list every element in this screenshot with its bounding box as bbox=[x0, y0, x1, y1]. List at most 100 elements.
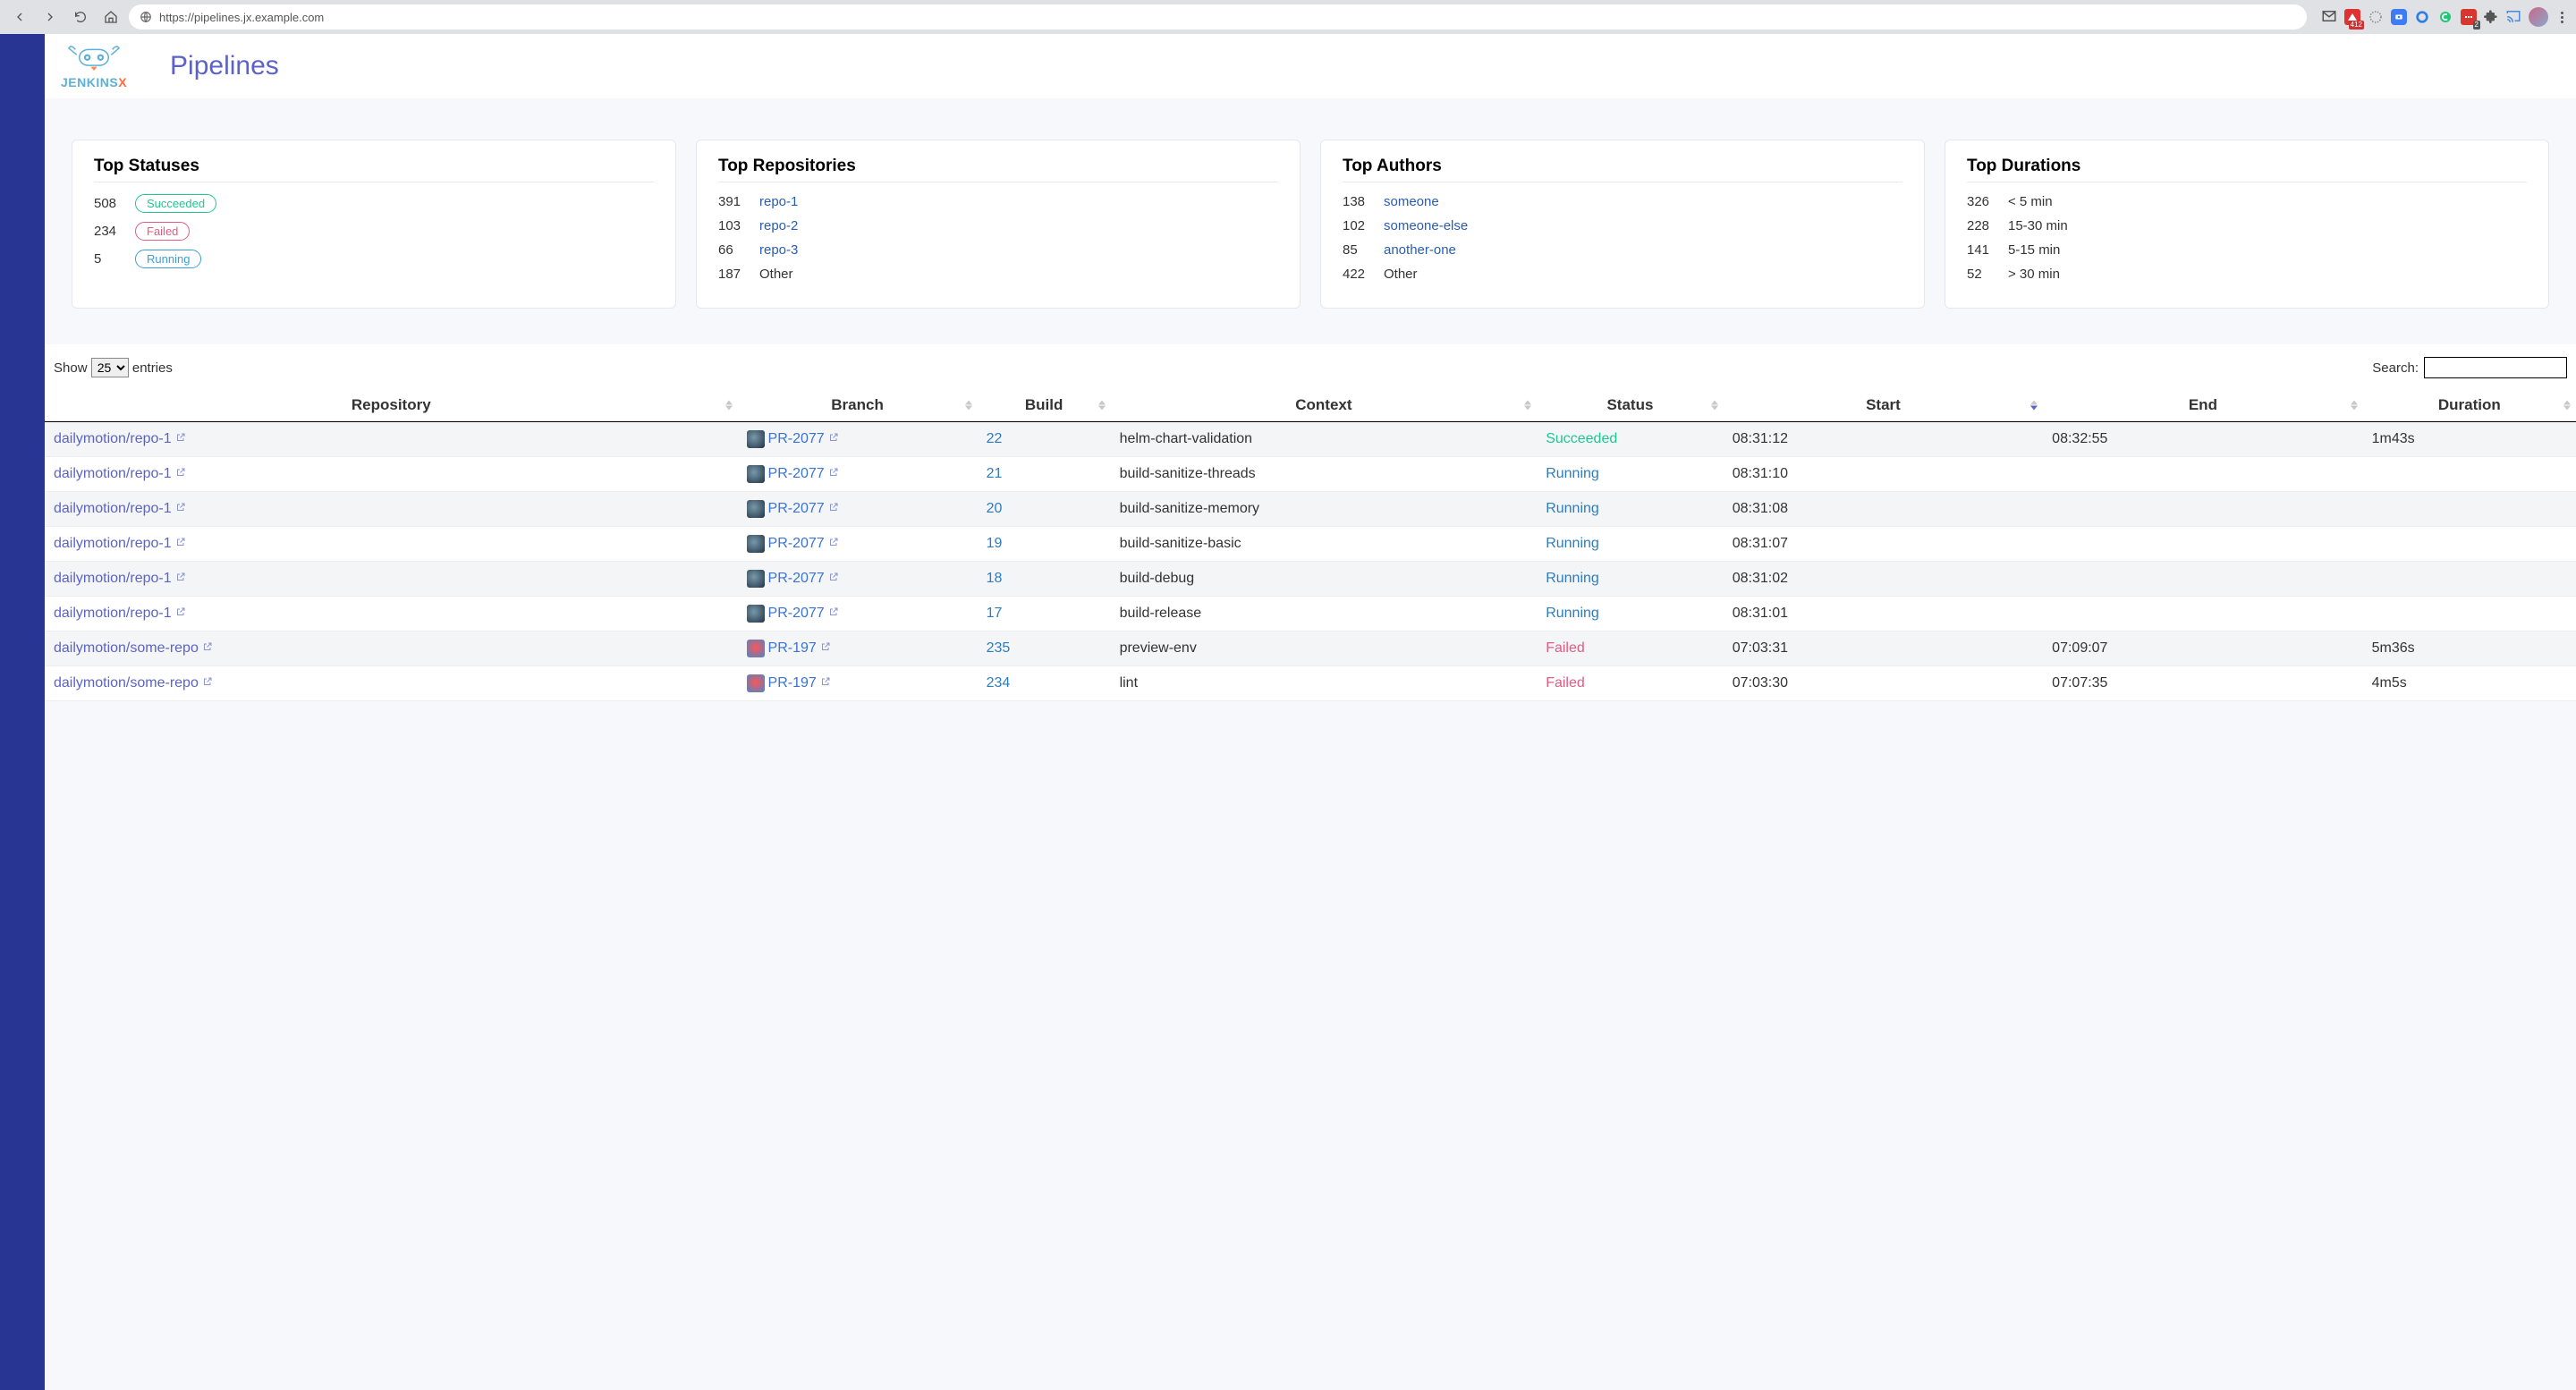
duration-text: 4m5s bbox=[2372, 675, 2407, 691]
build-link[interactable]: 234 bbox=[987, 675, 1011, 691]
show-label: Show bbox=[54, 360, 88, 376]
branch-link[interactable]: PR-2077 bbox=[768, 571, 825, 587]
status-pill[interactable]: Running bbox=[135, 250, 201, 268]
branch-link[interactable]: PR-2077 bbox=[768, 466, 825, 482]
build-link[interactable]: 19 bbox=[987, 536, 1003, 551]
home-button[interactable] bbox=[98, 4, 123, 30]
url-bar[interactable]: https://pipelines.jx.example.com bbox=[129, 4, 2307, 30]
back-button[interactable] bbox=[7, 4, 32, 30]
card-row: 508 Succeeded bbox=[94, 190, 654, 217]
context-text: preview-env bbox=[1120, 640, 1197, 656]
card-row: 391 repo-1 bbox=[718, 190, 1278, 214]
author-link[interactable]: another-one bbox=[1384, 242, 1456, 258]
branch-link[interactable]: PR-197 bbox=[768, 675, 817, 691]
author-link[interactable]: someone-else bbox=[1384, 218, 1468, 233]
column-header-context[interactable]: Context bbox=[1111, 389, 1538, 422]
card-authors-list: 138someone102someone-else85another-one42… bbox=[1343, 190, 1902, 286]
repo-link[interactable]: dailymotion/repo-1 bbox=[54, 501, 172, 516]
author-avatar bbox=[747, 535, 765, 553]
branch-link[interactable]: PR-2077 bbox=[768, 606, 825, 622]
card-row: 102someone-else bbox=[1343, 214, 1902, 238]
extension-icon[interactable] bbox=[2414, 9, 2430, 25]
jenkinsx-logo[interactable]: JENKINSX bbox=[61, 43, 127, 89]
entries-label: entries bbox=[132, 360, 173, 376]
branch-link[interactable]: PR-197 bbox=[768, 640, 817, 657]
table-row: dailymotion/repo-1PR-207719build-sanitiz… bbox=[45, 527, 2576, 562]
context-text: build-sanitize-threads bbox=[1120, 466, 1256, 481]
repo-link[interactable]: dailymotion/some-repo bbox=[54, 675, 199, 691]
column-header-build[interactable]: Build bbox=[978, 389, 1111, 422]
pipelines-table: Repository Branch Build Context Status S… bbox=[45, 389, 2576, 701]
count: 138 bbox=[1343, 194, 1371, 209]
branch-link[interactable]: PR-2077 bbox=[768, 501, 825, 517]
repo-link[interactable]: dailymotion/repo-1 bbox=[54, 606, 172, 621]
repo-link[interactable]: repo-1 bbox=[759, 194, 798, 209]
author-link[interactable]: someone bbox=[1384, 194, 1439, 209]
card-row: 22815-30 min bbox=[1967, 214, 2527, 238]
table-row: dailymotion/repo-1PR-207718build-debugRu… bbox=[45, 562, 2576, 597]
column-header-repository[interactable]: Repository bbox=[45, 389, 738, 422]
search-input[interactable] bbox=[2424, 357, 2567, 378]
column-header-duration[interactable]: Duration bbox=[2363, 389, 2576, 422]
extension-icon[interactable]: 412 bbox=[2344, 9, 2360, 25]
duration-bucket: < 5 min bbox=[2008, 194, 2053, 209]
build-link[interactable]: 21 bbox=[987, 466, 1003, 481]
duration-text: 1m43s bbox=[2372, 431, 2415, 446]
extensions-puzzle-icon[interactable] bbox=[2484, 9, 2498, 26]
search-label: Search: bbox=[2372, 360, 2419, 376]
count: 508 bbox=[94, 196, 123, 211]
column-header-status[interactable]: Status bbox=[1537, 389, 1724, 422]
count: 52 bbox=[1967, 267, 1996, 282]
count: 391 bbox=[718, 194, 747, 209]
repo-link[interactable]: repo-3 bbox=[759, 242, 798, 258]
status-text: Running bbox=[1546, 606, 1599, 621]
external-link-icon bbox=[828, 502, 839, 513]
duration-text: 5m36s bbox=[2372, 640, 2415, 656]
build-link[interactable]: 22 bbox=[987, 431, 1003, 446]
repo-link[interactable]: dailymotion/repo-1 bbox=[54, 536, 172, 551]
browser-menu-button[interactable] bbox=[2555, 12, 2569, 23]
repo-link[interactable]: repo-2 bbox=[759, 218, 798, 233]
extension-icon[interactable] bbox=[2437, 9, 2453, 25]
count: 234 bbox=[94, 224, 123, 239]
build-link[interactable]: 17 bbox=[987, 606, 1003, 621]
cast-icon[interactable] bbox=[2505, 8, 2521, 27]
reload-button[interactable] bbox=[68, 4, 93, 30]
page-title: Pipelines bbox=[170, 51, 279, 81]
forward-button[interactable] bbox=[38, 4, 63, 30]
repo-link[interactable]: dailymotion/repo-1 bbox=[54, 431, 172, 446]
column-header-end[interactable]: End bbox=[2043, 389, 2362, 422]
duration-bucket: > 30 min bbox=[2008, 267, 2060, 282]
card-row: 138 someone bbox=[1343, 190, 1902, 214]
repo-link[interactable]: dailymotion/repo-1 bbox=[54, 571, 172, 586]
status-text: Failed bbox=[1546, 640, 1585, 656]
context-text: build-sanitize-memory bbox=[1120, 501, 1260, 516]
build-link[interactable]: 235 bbox=[987, 640, 1011, 656]
url-text: https://pipelines.jx.example.com bbox=[159, 11, 324, 24]
build-link[interactable]: 20 bbox=[987, 501, 1003, 516]
profile-avatar[interactable] bbox=[2529, 7, 2548, 27]
extension-icon[interactable]: 2 bbox=[2461, 9, 2477, 25]
extension-icon[interactable] bbox=[2391, 9, 2407, 25]
repo-link[interactable]: dailymotion/some-repo bbox=[54, 640, 199, 656]
status-pill[interactable]: Succeeded bbox=[135, 194, 216, 213]
card-row: 1415-15 min bbox=[1967, 238, 2527, 262]
page-header: JENKINSX Pipelines bbox=[45, 34, 2576, 98]
build-link[interactable]: 18 bbox=[987, 571, 1003, 586]
context-text: build-debug bbox=[1120, 571, 1195, 586]
page-size-select[interactable]: 25 bbox=[91, 358, 129, 377]
repo-link[interactable]: dailymotion/repo-1 bbox=[54, 466, 172, 481]
count: 326 bbox=[1967, 194, 1996, 209]
branch-link[interactable]: PR-2077 bbox=[768, 536, 825, 552]
column-header-start[interactable]: Start bbox=[1724, 389, 2043, 422]
extension-icon[interactable] bbox=[2368, 9, 2384, 25]
column-header-branch[interactable]: Branch bbox=[738, 389, 978, 422]
start-time: 08:31:10 bbox=[1733, 466, 1788, 481]
status-pill[interactable]: Failed bbox=[135, 222, 190, 241]
card-row: 52 > 30 min bbox=[1967, 262, 2527, 286]
label: Other bbox=[759, 267, 793, 282]
extension-badge: 2 bbox=[2473, 21, 2480, 30]
mail-icon[interactable] bbox=[2321, 8, 2337, 27]
branch-link[interactable]: PR-2077 bbox=[768, 431, 825, 447]
external-link-icon bbox=[175, 467, 186, 478]
